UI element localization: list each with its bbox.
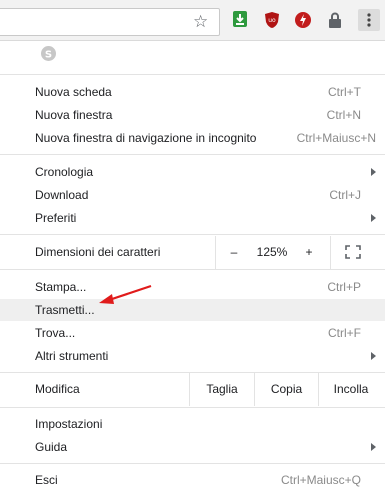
- menu-item-new-tab[interactable]: Nuova scheda Ctrl+T: [0, 81, 385, 103]
- submenu-arrow-icon: [371, 214, 376, 222]
- shortcut-label: Ctrl+P: [327, 280, 361, 294]
- fullscreen-icon[interactable]: [345, 245, 361, 262]
- zoom-out-button[interactable]: –: [218, 236, 250, 269]
- menu-item-downloads[interactable]: Download Ctrl+J: [0, 184, 385, 206]
- zoom-label: Dimensioni dei caratteri: [35, 245, 161, 259]
- menu-item-label: Stampa...: [35, 280, 87, 294]
- menu-item-help[interactable]: Guida: [0, 436, 385, 458]
- menu-item-label: Guida: [35, 440, 68, 454]
- paste-button[interactable]: Incolla: [319, 373, 383, 406]
- cut-button[interactable]: Taglia: [190, 373, 254, 406]
- star-icon[interactable]: ☆: [193, 13, 208, 30]
- address-bar[interactable]: ☆: [0, 8, 220, 36]
- skype-icon: S: [40, 45, 57, 65]
- chrome-main-menu: S Nuova scheda Ctrl+T Nuova finestra Ctr…: [0, 40, 385, 494]
- menu-item-label: Trasmetti...: [35, 303, 95, 317]
- three-dot-menu-icon[interactable]: [358, 9, 380, 31]
- menu-item-cast[interactable]: Trasmetti...: [0, 299, 385, 321]
- shortcut-label: Ctrl+T: [328, 85, 361, 99]
- edit-label: Modifica: [35, 382, 80, 396]
- menu-separator: [0, 463, 385, 464]
- menu-item-label: Impostazioni: [35, 417, 103, 431]
- menu-item-print[interactable]: Stampa... Ctrl+P: [0, 276, 385, 298]
- shortcut-label: Ctrl+F: [328, 326, 361, 340]
- divider: [215, 236, 216, 269]
- menu-separator: [0, 234, 385, 235]
- submenu-arrow-icon: [371, 443, 376, 451]
- zoom-row: Dimensioni dei caratteri – 125% +: [0, 236, 385, 269]
- flash-extension-icon[interactable]: [294, 11, 312, 29]
- menu-item-new-window[interactable]: Nuova finestra Ctrl+N: [0, 104, 385, 126]
- svg-text:S: S: [45, 50, 52, 61]
- menu-item-more-tools[interactable]: Altri strumenti: [0, 345, 385, 367]
- menu-item-incognito[interactable]: Nuova finestra di navigazione in incogni…: [0, 127, 385, 149]
- menu-item-history[interactable]: Cronologia: [0, 161, 385, 183]
- menu-separator: [0, 407, 385, 408]
- menu-item-label: Nuova scheda: [35, 85, 112, 99]
- zoom-in-button[interactable]: +: [294, 236, 324, 269]
- menu-item-label: Trova...: [35, 326, 76, 340]
- red-arrow: [99, 284, 152, 304]
- shortcut-label: Ctrl+N: [326, 108, 361, 122]
- menu-item-bookmarks[interactable]: Preferiti: [0, 207, 385, 229]
- menu-separator: [0, 154, 385, 155]
- menu-item-label: Nuova finestra di navigazione in incogni…: [35, 131, 257, 145]
- ublock-origin-icon[interactable]: uo: [263, 11, 281, 29]
- menu-item-label: Cronologia: [35, 165, 94, 179]
- submenu-arrow-icon: [371, 168, 376, 176]
- copy-button[interactable]: Copia: [255, 373, 318, 406]
- browser-toolbar: ☆ uo: [0, 0, 385, 40]
- svg-text:uo: uo: [268, 17, 276, 24]
- menu-item-find[interactable]: Trova... Ctrl+F: [0, 322, 385, 344]
- menu-separator: [0, 74, 385, 75]
- shortcut-label: Ctrl+Maiusc+Q: [280, 473, 361, 487]
- menu-item-exit[interactable]: Esci Ctrl+Maiusc+Q: [0, 469, 385, 491]
- menu-item-label: Esci: [35, 473, 58, 487]
- zoom-level: 125%: [256, 245, 288, 259]
- submenu-arrow-icon: [371, 352, 376, 360]
- shortcut-label: Ctrl+J: [329, 188, 361, 202]
- menu-item-label: Preferiti: [35, 211, 77, 225]
- divider: [330, 236, 331, 269]
- menu-item-label: Altri strumenti: [35, 349, 109, 363]
- padlock-icon[interactable]: [326, 11, 344, 29]
- menu-item-label: Nuova finestra: [35, 108, 113, 122]
- shortcut-label: Ctrl+Maiusc+N: [296, 131, 376, 145]
- edit-row: Modifica Taglia Copia Incolla: [0, 373, 385, 407]
- menu-separator: [0, 269, 385, 270]
- menu-item-label: Download: [35, 188, 89, 202]
- green-download-extension-icon[interactable]: [231, 11, 249, 29]
- menu-item-settings[interactable]: Impostazioni: [0, 413, 385, 435]
